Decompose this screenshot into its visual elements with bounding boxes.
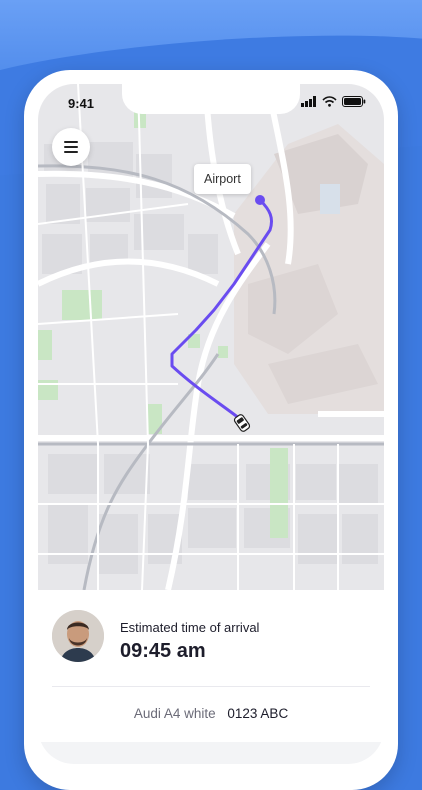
driver-photo bbox=[52, 610, 104, 662]
trip-panel: Estimated time of arrival 09:45 am Audi … bbox=[38, 590, 384, 764]
divider bbox=[52, 686, 370, 687]
car-plate: 0123 ABC bbox=[227, 706, 289, 721]
eta-value: 09:45 am bbox=[120, 640, 206, 662]
destination-label[interactable]: Airport bbox=[194, 164, 251, 194]
car-info: Audi A4 white 0123 ABC bbox=[38, 706, 384, 721]
battery-icon bbox=[342, 96, 366, 107]
phone-notch bbox=[122, 84, 300, 114]
status-time: 9:41 bbox=[68, 96, 95, 111]
status-icons bbox=[301, 96, 366, 107]
map-view[interactable] bbox=[38, 84, 384, 590]
car-icon bbox=[233, 414, 251, 432]
menu-icon bbox=[64, 141, 78, 153]
destination-pin-icon bbox=[255, 195, 265, 205]
signal-icon bbox=[301, 96, 316, 107]
app-screen: 9:41 Airport Estimated time of arrival 0… bbox=[38, 84, 384, 764]
menu-button[interactable] bbox=[52, 128, 90, 166]
driver-avatar[interactable] bbox=[52, 610, 104, 662]
bottom-strip bbox=[38, 742, 384, 764]
wifi-icon bbox=[322, 96, 337, 107]
eta-label: Estimated time of arrival bbox=[120, 620, 260, 635]
map-canvas bbox=[38, 84, 384, 590]
car-model: Audi A4 white bbox=[133, 706, 216, 721]
